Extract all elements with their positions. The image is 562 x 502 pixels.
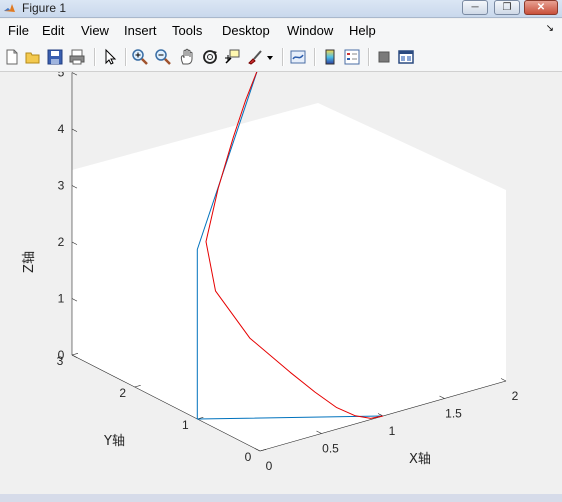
menu-tools[interactable]: Tools (172, 23, 202, 38)
zoom-in-icon[interactable] (131, 48, 149, 66)
z-tick-label: 2 (58, 235, 65, 249)
y-tick-label: 1 (182, 418, 189, 432)
x-tick-label: 0.5 (322, 442, 339, 456)
figure-axes[interactable]: 00.511.520123012345 X轴 Y轴 Z轴 (0, 72, 562, 494)
status-bar (0, 494, 562, 502)
z-tick-label: 3 (58, 179, 65, 193)
x-tick-label: 1 (389, 424, 396, 438)
close-button[interactable]: ✕ (524, 0, 558, 15)
toolbar-separator (282, 48, 284, 66)
link-plot-icon[interactable] (289, 48, 307, 66)
hide-plot-tools-icon[interactable] (375, 48, 393, 66)
pan-icon[interactable] (178, 48, 196, 66)
z-tick-label: 5 (58, 72, 65, 80)
menu-view[interactable]: View (81, 23, 109, 38)
z-axis-label: Z轴 (22, 251, 37, 273)
toolbar (0, 43, 562, 72)
z-tick-label: 1 (58, 292, 65, 306)
title-bar: Figure 1 ─ ❐ ✕ (0, 0, 562, 18)
data-cursor-icon[interactable] (224, 48, 242, 66)
close-icon: ✕ (536, 1, 546, 13)
minimize-icon: ─ (471, 1, 479, 13)
brush-dropdown-icon[interactable] (265, 48, 275, 66)
x-tick-label: 1.5 (445, 407, 462, 421)
menu-desktop[interactable]: Desktop (222, 23, 270, 38)
menu-edit[interactable]: Edit (42, 23, 64, 38)
brush-icon[interactable] (246, 48, 264, 66)
window-title: Figure 1 (22, 1, 67, 15)
z-tick-label: 4 (58, 122, 65, 136)
pointer-icon[interactable] (101, 48, 119, 66)
rotate-3d-icon[interactable] (201, 48, 219, 66)
y-tick-label: 2 (119, 386, 126, 400)
z-tick-mark (71, 128, 78, 132)
legend-icon[interactable] (343, 48, 361, 66)
new-figure-icon[interactable] (3, 48, 21, 66)
x-tick-label: 0 (266, 459, 273, 473)
y-axis-label: Y轴 (103, 434, 125, 449)
save-icon[interactable] (46, 48, 64, 66)
minimize-button[interactable]: ─ (462, 0, 488, 15)
toolbar-separator (125, 48, 127, 66)
matlab-logo-icon (4, 4, 15, 12)
x-axis-label: X轴 (409, 452, 431, 467)
z-tick-label: 0 (58, 348, 65, 362)
x-tick-label: 2 (512, 389, 519, 403)
print-icon[interactable] (68, 48, 86, 66)
show-plot-tools-icon[interactable] (397, 48, 415, 66)
menu-file[interactable]: File (8, 23, 29, 38)
maximize-button[interactable]: ❐ (494, 0, 520, 15)
axes-background (72, 103, 506, 451)
open-file-icon[interactable] (24, 48, 42, 66)
toolbar-separator (368, 48, 370, 66)
toolbar-separator (314, 48, 316, 66)
menu-help[interactable]: Help (349, 23, 376, 38)
y-tick-label: 0 (245, 450, 252, 464)
dock-arrow-icon[interactable]: ↘ (546, 23, 554, 34)
z-tick-mark (71, 72, 78, 76)
toolbar-separator (94, 48, 96, 66)
colorbar-icon[interactable] (321, 48, 339, 66)
zoom-out-icon[interactable] (154, 48, 172, 66)
menu-bar: File Edit View Insert Tools Desktop Wind… (0, 19, 562, 43)
restore-icon: ❐ (502, 1, 512, 13)
menu-window[interactable]: Window (287, 23, 333, 38)
menu-insert[interactable]: Insert (124, 23, 157, 38)
